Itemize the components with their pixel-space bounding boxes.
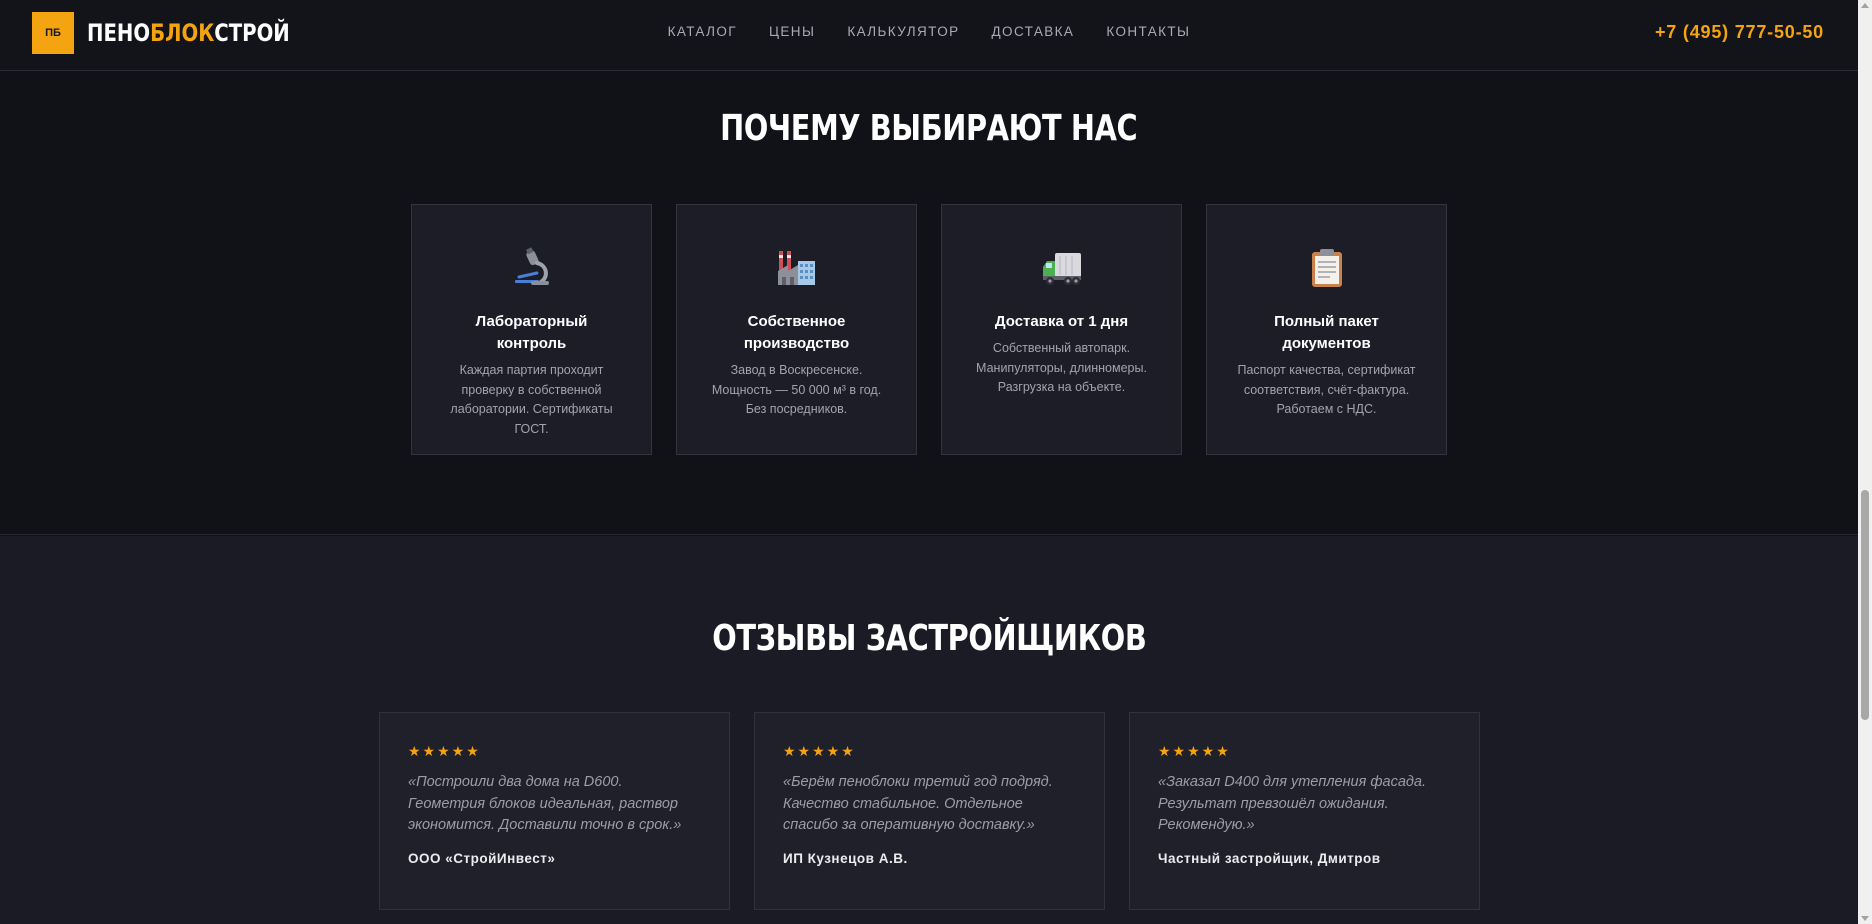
feature-title: Лабораторный контроль [475,313,588,352]
truck-icon [1041,247,1083,289]
feature-card: Полный пакет документов Паспорт качества… [1206,204,1447,455]
page-scrollbar[interactable] [1858,0,1872,924]
feature-text: Каждая партия проходит проверку в собств… [450,363,613,436]
why-us-section: ПОЧЕМУ ВЫБИРАЮТ НАС Лабораторный контрол… [0,72,1858,535]
scrollbar-thumb[interactable] [1861,490,1869,720]
feature-title: Полный пакет документов [1274,313,1379,352]
feature-card: Лабораторный контроль Каждая партия прох… [411,204,652,455]
nav-item-delivery[interactable]: ДОСТАВКА [992,24,1075,39]
reviews-section: ОТЗЫВЫ ЗАСТРОЙЩИКОВ ★★★★★ «Построили два… [0,536,1858,924]
review-text: «Берём пеноблоки третий год подряд. Каче… [783,774,1053,833]
microscope-icon [511,247,553,289]
reviews-list: ★★★★★ «Построили два дома на D600. Геоме… [379,712,1480,910]
nav-item-prices[interactable]: ЦЕНЫ [769,24,815,39]
scroll-down-arrow-icon[interactable] [1861,916,1869,921]
reviews-title: ОТЗЫВЫ ЗАСТРОЙЩИКОВ [711,618,1147,659]
why-us-title: ПОЧЕМУ ВЫБИРАЮТ НАС [720,108,1138,149]
review-author: ИП Кузнецов А.В. [783,850,908,866]
feature-text: Паспорт качества, сертификат соответстви… [1237,363,1416,416]
review-text: «Заказал D400 для утепления фасада. Резу… [1158,774,1426,833]
rating-stars: ★★★★★ [783,743,856,759]
scroll-up-arrow-icon[interactable] [1861,3,1869,8]
feature-title: Собственное производство [743,313,850,352]
review-author: ООО «СтройИнвест» [408,850,556,866]
feature-text: Собственный автопарк. Манипуляторы, длин… [976,341,1147,394]
clipboard-icon [1306,247,1348,289]
main-nav: КАТАЛОГ ЦЕНЫ КАЛЬКУЛЯТОР ДОСТАВКА КОНТАК… [0,24,1858,39]
feature-card: Собственное производство Завод в Воскрес… [676,204,917,455]
nav-item-contacts[interactable]: КОНТАКТЫ [1106,24,1190,39]
rating-stars: ★★★★★ [408,743,481,759]
review-card: ★★★★★ «Заказал D400 для утепления фасада… [1129,712,1480,910]
review-text: «Построили два дома на D600. Геометрия б… [408,774,682,833]
nav-item-catalog[interactable]: КАТАЛОГ [668,24,737,39]
phone-link[interactable]: +7 (495) 777-50-50 [1655,22,1824,43]
feature-card: Доставка от 1 дня Собственный автопарк. … [941,204,1182,455]
review-card: ★★★★★ «Построили два дома на D600. Геоме… [379,712,730,910]
features-list: Лабораторный контроль Каждая партия прох… [411,204,1447,455]
feature-title: Доставка от 1 дня [994,313,1129,330]
site-header: ПБ ПЕНОБЛОКСТРОЙ КАТАЛОГ ЦЕНЫ КАЛЬКУЛЯТО… [0,0,1858,71]
review-author: Частный застройщик, Дмитров [1158,850,1381,866]
rating-stars: ★★★★★ [1158,743,1231,759]
review-card: ★★★★★ «Берём пеноблоки третий год подряд… [754,712,1105,910]
factory-icon [776,247,818,289]
nav-item-calculator[interactable]: КАЛЬКУЛЯТОР [847,24,959,39]
feature-text: Завод в Воскресенске. Мощность — 50 000 … [711,363,882,416]
